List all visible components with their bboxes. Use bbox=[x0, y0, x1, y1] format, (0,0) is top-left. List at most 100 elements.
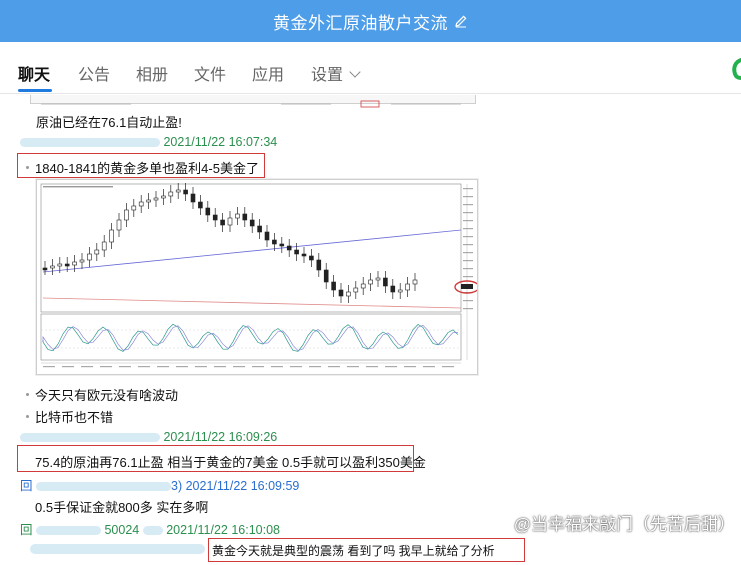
chart-background bbox=[37, 180, 477, 374]
redacted-sender-name bbox=[20, 433, 160, 443]
message-timestamp: 2021/11/22 16:07:34 bbox=[163, 135, 278, 149]
candle-body bbox=[198, 201, 203, 209]
candle-body bbox=[390, 285, 396, 293]
redacted-sender-name bbox=[36, 526, 101, 536]
previous-screenshot-detail bbox=[41, 100, 461, 108]
group-title: 黄金外汇原油散户交流 bbox=[273, 13, 448, 33]
candle-body bbox=[242, 213, 248, 221]
time-tick-label bbox=[347, 366, 359, 368]
message-sender[interactable]: 2021/11/22 16:07:34 bbox=[20, 135, 277, 149]
bullet-icon bbox=[26, 166, 29, 170]
candle-body bbox=[205, 207, 211, 216]
sender-prefix: 回 bbox=[20, 523, 33, 537]
sender-id: 50024 bbox=[104, 523, 140, 537]
price-tick-label bbox=[463, 220, 473, 222]
candle-body bbox=[227, 217, 233, 226]
candle-body bbox=[360, 283, 366, 289]
time-tick-label bbox=[309, 366, 321, 368]
candle-body bbox=[279, 243, 285, 247]
price-tick-label bbox=[463, 308, 473, 310]
redacted-sender-name bbox=[20, 138, 160, 148]
time-tick-label bbox=[366, 366, 378, 368]
candle-body bbox=[264, 231, 270, 241]
time-tick-label bbox=[157, 366, 169, 368]
time-tick-label bbox=[328, 366, 340, 368]
price-tick-label bbox=[463, 212, 473, 214]
price-tick-label bbox=[463, 188, 473, 190]
bullet-icon bbox=[26, 415, 29, 419]
price-tick-label bbox=[463, 252, 473, 254]
time-tick-label bbox=[423, 366, 435, 368]
phone-icon[interactable] bbox=[731, 58, 741, 80]
time-tick-label bbox=[404, 366, 416, 368]
candle-body bbox=[412, 279, 418, 285]
candle-body bbox=[168, 191, 174, 197]
current-price-label bbox=[461, 284, 473, 289]
candle-body bbox=[235, 213, 240, 219]
sender-suffix: 3) bbox=[171, 479, 183, 493]
chat-history[interactable]: 原油已经在76.1自动止盈! 2021/11/22 16:07:34 1840-… bbox=[0, 95, 741, 565]
price-tick-label bbox=[463, 244, 473, 246]
candle-body bbox=[397, 289, 403, 293]
chevron-down-icon bbox=[349, 66, 361, 78]
chat-message: 原油已经在76.1自动止盈! bbox=[36, 115, 182, 130]
candle-body bbox=[94, 249, 100, 255]
candle-body bbox=[331, 281, 336, 291]
candle-body bbox=[301, 253, 307, 257]
tab-apps[interactable]: 应用 bbox=[252, 61, 284, 85]
tab-announcement[interactable]: 公告 bbox=[78, 61, 110, 85]
candle-body bbox=[87, 253, 92, 261]
tab-album[interactable]: 相册 bbox=[136, 61, 168, 85]
sender-prefix: 回 bbox=[20, 479, 33, 493]
time-tick-label bbox=[62, 366, 74, 368]
candle-body bbox=[286, 245, 292, 251]
time-tick-label bbox=[81, 366, 93, 368]
message-sender[interactable]: 回 50024 2021/11/22 16:10:08 bbox=[20, 519, 280, 538]
chat-message: 0.5手保证金就800多 实在多啊 bbox=[35, 500, 209, 515]
message-sender[interactable]: 回 3) 2021/11/22 16:09:59 bbox=[20, 475, 299, 494]
active-tab-indicator bbox=[18, 89, 52, 92]
candle-body bbox=[220, 219, 225, 226]
tab-files[interactable]: 文件 bbox=[194, 61, 226, 85]
candle-body bbox=[375, 277, 381, 281]
tab-chat[interactable]: 聊天 bbox=[18, 61, 50, 85]
candle-body bbox=[294, 249, 299, 255]
chat-message: 今天只有欧元没有啥波动 bbox=[26, 385, 178, 404]
chat-message-text: 1840-1841的黄金多单也盈利4-5美金了 bbox=[35, 161, 259, 176]
redacted-message bbox=[30, 540, 205, 555]
title-bar: 黄金外汇原油散户交流 bbox=[0, 0, 741, 42]
candle-body bbox=[79, 259, 85, 263]
candle-body bbox=[109, 229, 114, 243]
time-tick-label bbox=[138, 366, 150, 368]
pencil-icon[interactable] bbox=[454, 14, 468, 28]
candle-body bbox=[57, 263, 63, 267]
candle-body bbox=[309, 255, 314, 261]
chart-info-text bbox=[43, 186, 113, 188]
candle-body bbox=[257, 225, 262, 233]
candle-body bbox=[212, 214, 218, 221]
price-tick-label bbox=[463, 268, 473, 270]
time-tick-label bbox=[252, 366, 264, 368]
candle-body bbox=[146, 199, 151, 203]
price-tick-label bbox=[463, 196, 473, 198]
candle-body bbox=[190, 193, 196, 203]
tab-settings[interactable]: 设置 bbox=[311, 61, 361, 85]
candle-body bbox=[116, 219, 122, 231]
previous-screenshot-remnant[interactable] bbox=[30, 95, 476, 108]
chart-screenshot[interactable] bbox=[36, 179, 478, 375]
candle-body bbox=[338, 289, 344, 297]
candle-body bbox=[101, 241, 107, 251]
candle-body bbox=[405, 283, 410, 291]
candle-body bbox=[50, 265, 55, 269]
message-timestamp: 2021/11/22 16:10:08 bbox=[166, 523, 280, 537]
time-tick-label bbox=[119, 366, 131, 368]
candle-body bbox=[249, 219, 255, 227]
time-tick-label bbox=[214, 366, 226, 368]
message-sender[interactable]: 2021/11/22 16:09:26 bbox=[20, 430, 277, 444]
candle-body bbox=[368, 279, 373, 285]
price-tick-label bbox=[463, 300, 473, 302]
chat-message: 1840-1841的黄金多单也盈利4-5美金了 bbox=[26, 158, 259, 177]
candle-body bbox=[175, 189, 181, 193]
chat-message-text: 今天只有欧元没有啥波动 bbox=[35, 388, 179, 403]
tab-bar: 聊天 公告 相册 文件 应用 设置 bbox=[0, 42, 741, 94]
